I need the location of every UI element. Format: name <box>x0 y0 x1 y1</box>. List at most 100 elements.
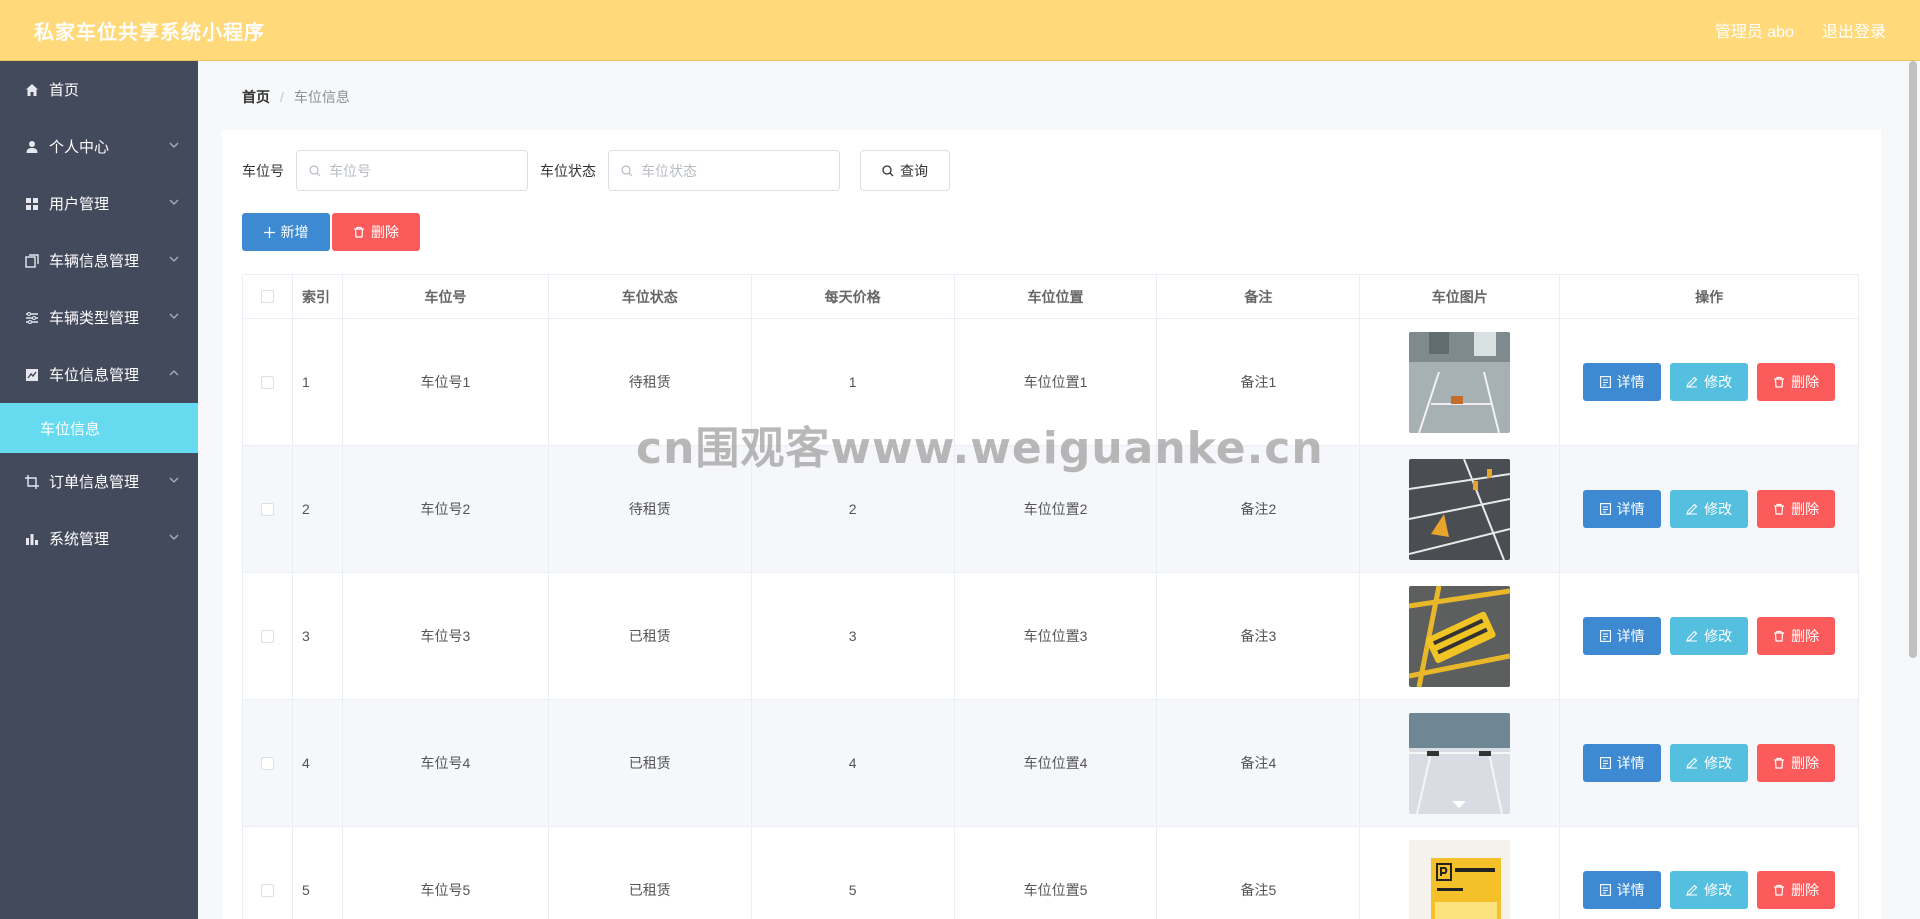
sidebar-item-label: 车位信息管理 <box>49 367 140 384</box>
sidebar-item-vehicle-type[interactable]: 车辆类型管理 <box>0 289 198 346</box>
row-checkbox[interactable] <box>260 502 274 516</box>
row-checkbox[interactable] <box>260 375 274 389</box>
sidebar-item-vehicle-info[interactable]: 车辆信息管理 <box>0 232 198 289</box>
edit-button[interactable]: 修改 <box>1670 363 1749 401</box>
trash-icon <box>1774 376 1785 388</box>
parking-image[interactable] <box>1409 458 1511 560</box>
edit-button[interactable]: 修改 <box>1670 490 1749 528</box>
detail-button-label: 详情 <box>1616 882 1645 898</box>
logout-link[interactable]: 退出登录 <box>1822 18 1886 42</box>
delete-button[interactable]: 删除 <box>1757 744 1836 782</box>
edit-button[interactable]: 修改 <box>1670 744 1749 782</box>
detail-button[interactable]: 详情 <box>1583 617 1662 655</box>
chart-icon <box>24 367 40 383</box>
delete-button[interactable]: 删除 <box>1757 871 1836 909</box>
list-icon <box>24 310 40 326</box>
select-all-checkbox[interactable] <box>260 290 274 303</box>
delete-button[interactable]: 删除 <box>1757 363 1836 401</box>
parking-number-label: 车位号 <box>242 162 284 179</box>
parking-status-cell: 已租赁 <box>548 700 752 827</box>
select-all-cell <box>243 275 293 319</box>
sidebar: 首页 个人中心 用户管理 车辆信息管理 车辆类型管理 车位信息管理 车位信息 订… <box>0 61 198 919</box>
sidebar-subitem-parking-info[interactable]: 车位信息 <box>0 403 198 453</box>
detail-button[interactable]: 详情 <box>1583 871 1662 909</box>
edit-button-label: 修改 <box>1704 628 1733 644</box>
chevron-down-icon <box>169 477 179 483</box>
action-toolbar: 新增 删除 <box>242 213 420 251</box>
document-icon <box>1599 630 1611 642</box>
delete-button-label: 删除 <box>1791 882 1820 898</box>
sidebar-item-label: 系统管理 <box>49 531 110 548</box>
parking-image[interactable] <box>1409 712 1511 814</box>
trash-icon <box>1774 630 1785 642</box>
parking-image-cell <box>1360 700 1561 827</box>
detail-button[interactable]: 详情 <box>1583 490 1662 528</box>
add-button[interactable]: 新增 <box>242 213 330 251</box>
parking-image[interactable] <box>1409 331 1511 433</box>
parking-number-input[interactable] <box>329 162 519 179</box>
document-icon <box>1599 376 1611 388</box>
batch-delete-button[interactable]: 删除 <box>332 213 420 251</box>
row-index: 3 <box>292 573 343 700</box>
parking-image[interactable] <box>1409 585 1511 687</box>
search-icon <box>309 164 321 176</box>
page-scrollbar[interactable] <box>1909 61 1917 658</box>
note-cell: 备注3 <box>1157 573 1361 700</box>
user-icon <box>24 139 40 155</box>
daily-price-cell: 4 <box>751 700 955 827</box>
sidebar-item-personal-center[interactable]: 个人中心 <box>0 118 198 175</box>
sidebar-item-order-info[interactable]: 订单信息管理 <box>0 453 198 510</box>
detail-button[interactable]: 详情 <box>1583 363 1662 401</box>
sidebar-item-home[interactable]: 首页 <box>0 61 198 118</box>
row-checkbox[interactable] <box>260 629 274 643</box>
parking-number-cell: 车位号1 <box>342 319 549 446</box>
chevron-down-icon <box>169 199 179 205</box>
row-checkbox-cell <box>243 700 293 827</box>
row-actions: 详情 修改 删除 <box>1560 700 1859 827</box>
note-cell: 备注1 <box>1157 319 1361 446</box>
chevron-down-icon <box>169 142 179 148</box>
trash-icon <box>1774 757 1785 769</box>
sidebar-item-user-management[interactable]: 用户管理 <box>0 175 198 232</box>
delete-button[interactable]: 删除 <box>1757 490 1836 528</box>
chevron-down-icon <box>169 313 179 319</box>
search-icon <box>882 164 894 176</box>
parking-status-input[interactable] <box>641 162 831 179</box>
sidebar-item-system-management[interactable]: 系统管理 <box>0 510 198 567</box>
search-icon <box>621 164 633 176</box>
edit-button[interactable]: 修改 <box>1670 617 1749 655</box>
parking-image[interactable] <box>1409 839 1511 919</box>
column-header: 车位位置 <box>954 275 1158 319</box>
delete-button[interactable]: 删除 <box>1757 617 1836 655</box>
detail-button-label: 详情 <box>1616 374 1645 390</box>
column-header: 车位图片 <box>1360 275 1561 319</box>
query-button[interactable]: 查询 <box>860 150 950 191</box>
row-checkbox-cell <box>243 573 293 700</box>
bar-chart-icon <box>24 531 40 547</box>
pencil-icon <box>1686 503 1698 515</box>
breadcrumb: 首页 / 车位信息 <box>242 87 350 107</box>
breadcrumb-home[interactable]: 首页 <box>242 87 270 107</box>
row-actions: 详情 修改 删除 <box>1560 446 1859 573</box>
edit-button[interactable]: 修改 <box>1670 871 1749 909</box>
header-user-area: 管理员 abo 退出登录 <box>1715 18 1886 42</box>
document-icon <box>1599 757 1611 769</box>
parking-status-cell: 待租赁 <box>548 446 752 573</box>
sidebar-item-parking-info[interactable]: 车位信息管理 <box>0 346 198 403</box>
parking-table: 索引 车位号 车位状态 每天价格 车位位置 备注 车位图片 操作 1 车位号1 … <box>242 274 1859 919</box>
sidebar-item-label: 车辆类型管理 <box>49 310 140 327</box>
row-checkbox[interactable] <box>260 756 274 770</box>
delete-button-label: 删除 <box>1791 755 1820 771</box>
parking-status-label: 车位状态 <box>540 162 596 179</box>
sidebar-item-label: 个人中心 <box>49 139 110 156</box>
home-icon <box>24 82 40 98</box>
detail-button-label: 详情 <box>1616 755 1645 771</box>
detail-button[interactable]: 详情 <box>1583 744 1662 782</box>
copy-icon <box>24 253 40 269</box>
row-checkbox[interactable] <box>260 883 274 897</box>
note-cell: 备注4 <box>1157 700 1361 827</box>
trash-icon <box>1774 884 1785 896</box>
parking-number-cell: 车位号3 <box>342 573 549 700</box>
content-panel: 车位号 车位状态 查询 新增 删除 <box>222 130 1881 919</box>
parking-status-input-wrapper <box>608 150 840 191</box>
